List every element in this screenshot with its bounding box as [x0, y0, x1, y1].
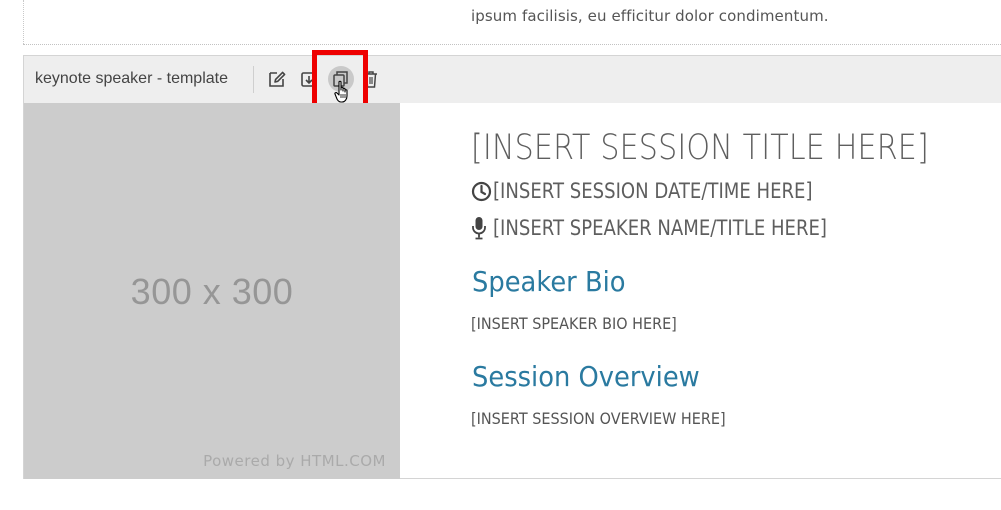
session-overview-heading[interactable]: Session Overview [472, 360, 700, 393]
speaker-bio-text[interactable]: [INSERT SPEAKER BIO HERE] [471, 314, 677, 333]
keynote-speaker-block[interactable]: keynote speaker - template 300 x 300 Pow… [23, 50, 1001, 479]
save-template-icon[interactable] [298, 68, 320, 90]
clock-icon [471, 179, 493, 203]
edit-icon[interactable] [266, 68, 288, 90]
image-dimensions-label: 300 x 300 [130, 271, 294, 312]
microphone-icon [471, 216, 493, 240]
previous-block[interactable]: ipsum facilisis, eu efficitur dolor cond… [23, 0, 1001, 45]
session-datetime[interactable]: [INSERT SESSION DATE/TIME HERE] [493, 179, 813, 203]
session-title[interactable]: [INSERT SESSION TITLE HERE] [471, 128, 929, 168]
block-toolbar: keynote speaker - template [24, 50, 1001, 108]
toolbar-divider [253, 66, 254, 93]
delete-icon[interactable] [360, 68, 382, 90]
session-datetime-row: [INSERT SESSION DATE/TIME HERE] [471, 179, 865, 203]
session-overview-text[interactable]: [INSERT SESSION OVERVIEW HERE] [471, 409, 726, 428]
block-name-label: keynote speaker - template [35, 70, 228, 87]
page: ipsum facilisis, eu efficitur dolor cond… [0, 0, 1001, 510]
speaker-image-placeholder[interactable]: 300 x 300 Powered by HTML.COM [24, 103, 400, 479]
image-powered-by-label: Powered by HTML.COM [203, 452, 386, 470]
speaker-name-row: [INSERT SPEAKER NAME/TITLE HERE] [471, 216, 881, 240]
speaker-bio-heading[interactable]: Speaker Bio [472, 265, 626, 298]
speaker-name[interactable]: [INSERT SPEAKER NAME/TITLE HERE] [493, 216, 827, 240]
previous-block-text: ipsum facilisis, eu efficitur dolor cond… [471, 7, 829, 25]
